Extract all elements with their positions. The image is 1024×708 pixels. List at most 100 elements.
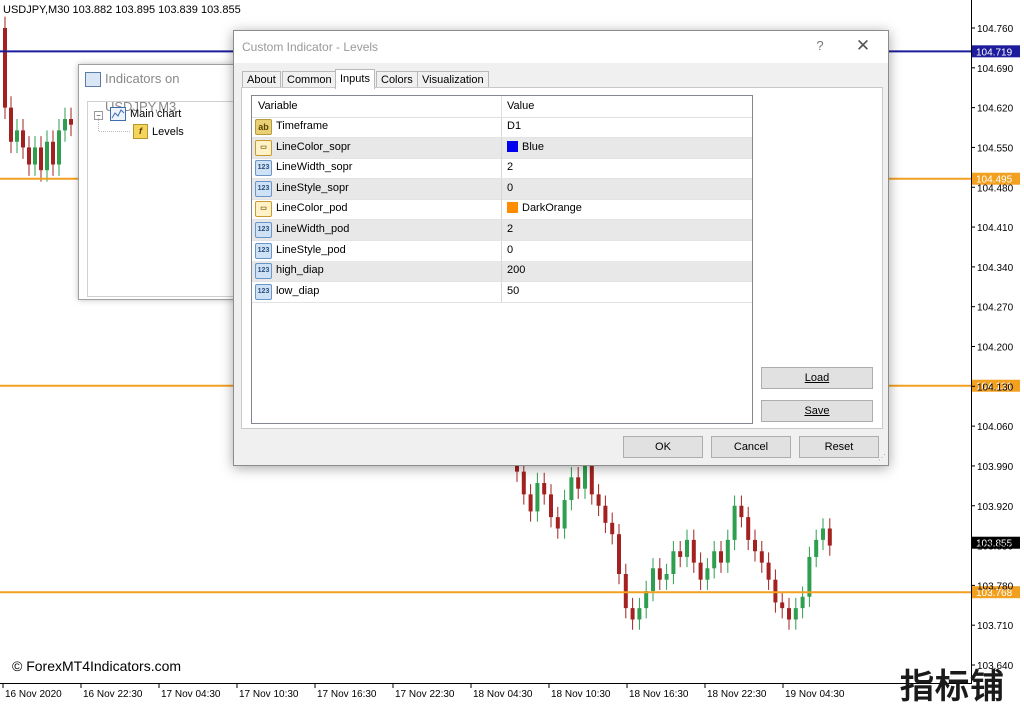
time-tick-label: 18 Nov 22:30	[707, 689, 767, 700]
inputs-panel: Variable Value ab Timeframe D1 ▭ LineColor_s…	[241, 87, 883, 429]
custom-indicator-dialog[interactable]: Custom Indicator - Levels ? ✕ About Comm…	[233, 30, 889, 466]
candle-body	[603, 505, 608, 523]
ok-button[interactable]: OK	[623, 436, 703, 458]
table-row[interactable]: ▭ LineColor_sopr Blue	[252, 137, 752, 159]
variable-value-text: 200	[507, 264, 526, 277]
variable-name: high_diap	[276, 264, 324, 277]
variable-value[interactable]: 200	[507, 264, 525, 276]
help-icon[interactable]: ?	[812, 38, 828, 53]
candle-body	[814, 539, 819, 557]
price-tick-label: 104.480	[977, 183, 1014, 194]
variable-value[interactable]: 2	[507, 223, 513, 235]
tree-item-levels[interactable]: Levels	[152, 124, 184, 140]
candle-body	[807, 556, 812, 597]
number-type-icon: 123	[255, 263, 272, 280]
load-button[interactable]: Load	[761, 367, 873, 389]
price-tick-label: 104.760	[977, 24, 1014, 35]
candle-body	[793, 608, 798, 620]
price-tick-label: 103.850	[977, 542, 1014, 553]
variable-name: LineColor_sopr	[276, 140, 351, 153]
brand-logo-text: 指标铺	[900, 667, 1005, 707]
close-icon[interactable]: ✕	[854, 36, 872, 56]
table-row[interactable]: 123 low_diap 50	[252, 281, 752, 303]
variable-name: LineStyle_sopr	[276, 181, 349, 194]
variable-name: LineWidth_sopr	[276, 161, 353, 174]
variable-value[interactable]: 0	[507, 182, 513, 194]
price-tick-label: 104.340	[977, 263, 1014, 274]
tab-inputs[interactable]: Inputs	[335, 69, 375, 89]
inputs-table[interactable]: Variable Value ab Timeframe D1 ▭ LineColor_s…	[251, 95, 753, 424]
candle-body	[528, 494, 533, 512]
chart-symbol-header: USDJPY,M30 103.882 103.895 103.839 103.8…	[3, 4, 241, 16]
candle-body	[719, 551, 723, 563]
candle-body	[651, 568, 655, 592]
time-tick-label: 16 Nov 2020	[5, 689, 62, 700]
candle-body	[698, 562, 703, 580]
indicators-tree[interactable]: − Main chart f Levels	[87, 101, 238, 297]
candle-body	[671, 551, 676, 574]
candle-body	[39, 147, 43, 171]
indicators-window[interactable]: Indicators on USDJPY,M3 − Main chart f L…	[78, 64, 240, 300]
tab-colors[interactable]: Colors	[376, 71, 418, 88]
candle-body	[562, 500, 567, 529]
variable-name: LineColor_pod	[276, 202, 348, 215]
column-header-variable[interactable]: Variable	[258, 100, 298, 112]
price-tick-label: 104.410	[977, 223, 1014, 234]
tab-about[interactable]: About	[242, 71, 281, 88]
candle-body	[732, 505, 737, 540]
time-tick-label: 18 Nov 04:30	[473, 689, 533, 700]
cancel-button[interactable]: Cancel	[711, 436, 791, 458]
reset-button[interactable]: Reset	[799, 436, 879, 458]
candle-body	[664, 574, 669, 580]
table-row[interactable]: 123 LineStyle_sopr 0	[252, 178, 752, 200]
table-row[interactable]: ab Timeframe D1	[252, 117, 752, 138]
variable-value-text: 0	[507, 181, 514, 194]
dialog-title: Custom Indicator - Levels	[242, 40, 379, 54]
variable-value[interactable]: Blue	[507, 140, 544, 153]
variable-value[interactable]: DarkOrange	[507, 202, 582, 214]
candle-body	[678, 551, 683, 557]
candle-body	[69, 119, 73, 125]
price-tick-label: 104.620	[977, 104, 1014, 115]
price-tick-label: 104.550	[977, 143, 1014, 154]
variable-value[interactable]: 0	[507, 244, 513, 256]
save-button[interactable]: Save	[761, 400, 873, 422]
candle-body	[821, 528, 825, 540]
variable-value-text: DarkOrange	[522, 202, 582, 215]
table-row[interactable]: 123 LineWidth_sopr 2	[252, 158, 752, 180]
price-tick-label: 104.270	[977, 303, 1014, 314]
tab-common[interactable]: Common	[282, 71, 337, 88]
variable-value[interactable]: 2	[507, 161, 513, 173]
price-tick-label: 103.920	[977, 502, 1014, 513]
variable-value-text: 2	[507, 223, 514, 235]
indicators-window-titlebar[interactable]: Indicators on USDJPY,M3	[79, 65, 239, 114]
price-tick-label: 104.690	[977, 64, 1014, 75]
candle-body	[51, 141, 55, 165]
table-row[interactable]: 123 LineWidth_pod 2	[252, 220, 752, 241]
candle-body	[583, 465, 587, 489]
resize-grip-icon[interactable]: ⋰	[876, 453, 886, 463]
custom-indicator-icon: f	[133, 124, 148, 139]
dialog-titlebar[interactable]: Custom Indicator - Levels ? ✕	[234, 31, 888, 63]
variable-value-text: 0	[507, 243, 514, 256]
time-tick-label: 16 Nov 22:30	[83, 689, 143, 700]
price-tick-label: 104.130	[977, 382, 1014, 393]
level-blue-label: 104.719	[976, 47, 1013, 58]
candle-body	[637, 608, 642, 620]
table-row[interactable]: 123 high_diap 200	[252, 261, 752, 283]
variable-value[interactable]: 50	[507, 285, 519, 297]
candle-body	[57, 130, 61, 165]
time-tick-label: 18 Nov 16:30	[629, 689, 689, 700]
variable-name: low_diap	[276, 284, 320, 297]
candle-body	[542, 483, 547, 495]
time-tick-label: 17 Nov 04:30	[161, 689, 221, 700]
candle-body	[535, 483, 540, 512]
tab-visualization[interactable]: Visualization	[417, 71, 489, 88]
variable-value[interactable]: D1	[507, 120, 521, 132]
candle-body	[45, 141, 49, 171]
table-row[interactable]: 123 LineStyle_pod 0	[252, 240, 752, 262]
candle-body	[15, 130, 19, 142]
table-row[interactable]: ▭ LineColor_pod DarkOrange	[252, 199, 752, 221]
color-type-icon: ▭	[255, 139, 272, 156]
column-header-value[interactable]: Value	[507, 100, 534, 112]
